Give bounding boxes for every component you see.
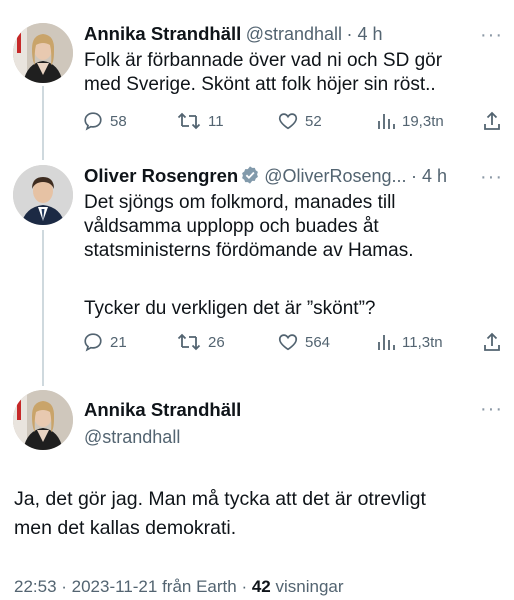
more-icon[interactable]: ··· <box>480 25 503 45</box>
retweet-icon <box>177 333 201 351</box>
tweet-text-line: med Sverige. Skönt att folk höjer sin rö… <box>84 74 436 95</box>
retweet-count: 26 <box>208 333 225 351</box>
views-label: visningar <box>275 577 344 596</box>
tweet-timestamp[interactable]: 22:53 · 2023-11-21 från Earth · <box>14 577 247 596</box>
author-handle[interactable]: @strandhall <box>84 427 241 448</box>
avatar-annika[interactable] <box>13 23 73 83</box>
tweet-1-header: Annika Strandhäll @strandhall · 4 h <box>84 23 383 45</box>
like-icon <box>278 113 298 130</box>
more-icon[interactable]: ··· <box>480 399 503 419</box>
author-name[interactable]: Annika Strandhäll <box>84 23 241 44</box>
retweet-count: 11 <box>208 112 224 130</box>
retweet-icon <box>177 112 201 130</box>
like-count: 52 <box>305 112 322 130</box>
verified-icon <box>240 165 260 190</box>
avatar-oliver[interactable] <box>13 165 73 225</box>
tweet-3-header: Annika Strandhäll @strandhall <box>84 399 241 448</box>
tweet-2-header: Oliver Rosengren @OliverRoseng... · 4 h <box>84 165 447 190</box>
views-button[interactable]: 19,3tn <box>376 110 444 132</box>
tweet-text-line: Det sjöngs om folkmord, manades till <box>84 192 396 213</box>
author-handle[interactable]: @OliverRoseng... <box>264 166 406 186</box>
retweet-button[interactable]: 11 <box>176 110 224 132</box>
tweet-text-line: Tycker du verkligen det är ”skönt”? <box>84 298 376 319</box>
like-count: 564 <box>305 333 331 351</box>
share-button[interactable] <box>482 110 508 132</box>
reply-count: 21 <box>110 333 127 351</box>
views-total: 42 <box>251 577 271 596</box>
reply-button[interactable]: 21 <box>82 331 127 353</box>
tweet-time[interactable]: · 4 h <box>347 24 383 44</box>
tweet-1-text: Folk är förbannade över vad ni och SD gö… <box>84 49 504 97</box>
tweet-2-text-second-paragraph: Tycker du verkligen det är ”skönt”? <box>84 297 504 321</box>
reply-icon <box>84 112 102 131</box>
reply-icon <box>84 333 102 352</box>
share-icon <box>484 332 500 351</box>
reply-count: 58 <box>110 112 127 130</box>
tweet-text-line: våldsamma upplopp och buades åt <box>84 216 379 237</box>
tweet-text-line: statsministerns fördömande av Hamas. <box>84 240 414 261</box>
views-icon <box>378 335 395 350</box>
tweet-text-line: Ja, det gör jag. Man må tycka att det är… <box>14 488 426 510</box>
tweet-text-line: Folk är förbannade över vad ni och SD gö… <box>84 50 443 71</box>
views-icon <box>378 114 395 129</box>
retweet-button[interactable]: 26 <box>176 331 225 353</box>
tweet-3-meta: 22:53 · 2023-11-21 från Earth · 42 visni… <box>14 577 344 597</box>
like-button[interactable]: 564 <box>277 331 330 353</box>
thread-line <box>42 86 44 160</box>
avatar-annika[interactable] <box>13 390 73 450</box>
tweet-text-line: men det kallas demokrati. <box>14 517 237 539</box>
tweet-time[interactable]: · 4 h <box>411 166 447 186</box>
views-count: 11,3tn <box>402 333 443 351</box>
like-icon <box>278 334 298 351</box>
like-button[interactable]: 52 <box>277 110 322 132</box>
tweet-3-text: Ja, det gör jag. Man må tycka att det är… <box>14 485 509 543</box>
author-name[interactable]: Annika Strandhäll <box>84 399 241 421</box>
reply-button[interactable]: 58 <box>82 110 127 132</box>
more-icon[interactable]: ··· <box>480 167 503 187</box>
tweet-2-text: Det sjöngs om folkmord, manades till vål… <box>84 191 504 263</box>
views-count: 19,3tn <box>402 112 444 130</box>
views-button[interactable]: 11,3tn <box>376 331 443 353</box>
share-button[interactable] <box>482 331 508 353</box>
author-handle[interactable]: @strandhall <box>246 24 342 44</box>
thread-line <box>42 230 44 386</box>
share-icon <box>484 111 500 130</box>
author-name[interactable]: Oliver Rosengren <box>84 165 238 186</box>
